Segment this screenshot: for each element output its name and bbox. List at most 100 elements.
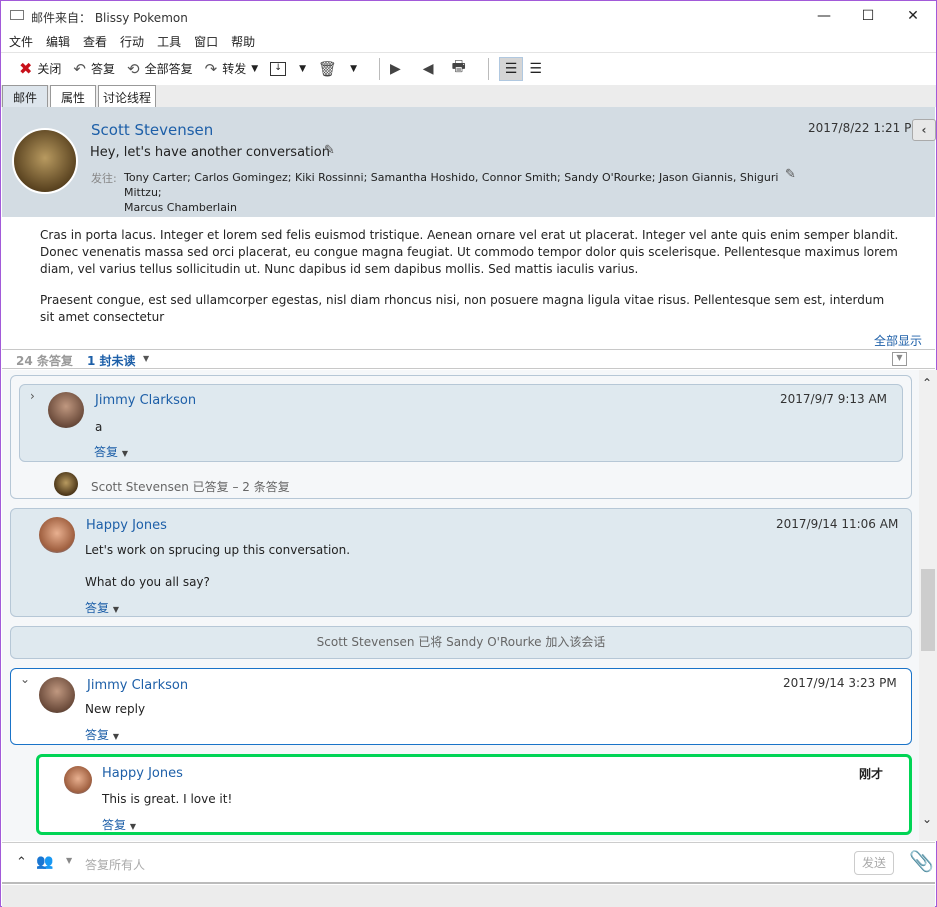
menu-view[interactable]: 查看 <box>83 33 107 50</box>
author-name[interactable]: Jimmy Clarkson <box>95 393 196 408</box>
thread-group: › Jimmy Clarkson 2017/9/7 9:13 AM a 答复 ▼… <box>10 375 912 499</box>
dropdown-arrow-icon: ▼ <box>112 605 119 614</box>
reply-all-icon: ⟲ <box>127 59 140 78</box>
tab-properties[interactable]: 属性 <box>50 85 97 107</box>
recipients: Tony Carter; Carlos Gomingez; Kiki Rossi… <box>124 170 784 215</box>
message-date: 2017/8/22 1:21 PM <box>808 121 922 135</box>
dropdown-arrow-icon[interactable]: ▼ <box>143 354 149 363</box>
reply-card[interactable]: Happy Jones 2017/9/14 11:06 AM Let's wor… <box>10 508 912 617</box>
tab-message[interactable]: 邮件 <box>2 85 49 107</box>
conversation-list: › Jimmy Clarkson 2017/9/7 9:13 AM a 答复 ▼… <box>2 370 919 841</box>
reply-date: 2017/9/14 3:23 PM <box>783 676 897 690</box>
selected-reply-card[interactable]: Happy Jones 刚才 This is great. I love it!… <box>36 754 912 835</box>
separator <box>487 57 489 80</box>
author-name[interactable]: Happy Jones <box>86 518 167 533</box>
to-label: 发往: <box>91 172 117 185</box>
next-button[interactable]: ▶ <box>390 61 401 77</box>
reply-count: 24 条答复 <box>16 354 73 368</box>
avatar <box>48 392 84 428</box>
compose-bar: ⌃ 👥 ▼ 答复所有人 发送 📎 <box>2 842 935 884</box>
filter-dropdown-icon[interactable]: ▼ <box>892 352 907 366</box>
collapse-chevron-down-icon[interactable]: ⌄ <box>20 672 30 686</box>
maximize-button[interactable]: ☐ <box>853 5 883 27</box>
reply-text: This is great. I love it! <box>102 792 233 806</box>
scroll-thumb[interactable] <box>921 569 935 651</box>
view-text-button[interactable]: ☰ <box>529 61 542 77</box>
reply-all-input[interactable]: 答复所有人 <box>85 856 145 873</box>
unread-filter[interactable]: 1 封未读 <box>87 352 136 369</box>
reply-arrow-icon: ↶ <box>73 59 86 78</box>
reply-label: 答复 <box>91 62 116 76</box>
body-paragraph: Cras in porta lacus. Integer et lorem se… <box>40 228 899 276</box>
show-all-link[interactable]: 全部显示 <box>874 332 922 349</box>
move-button[interactable]: ↓ ▼ <box>270 61 306 76</box>
dropdown-arrow-icon[interactable]: ▼ <box>299 64 306 74</box>
menu-help[interactable]: 帮助 <box>231 33 255 50</box>
scroll-down-icon[interactable]: ⌄ <box>922 812 932 826</box>
system-text: Scott Stevensen 已将 Sandy O'Rourke 加入该会话 <box>316 635 606 649</box>
forward-button[interactable]: ↷ 转发 ▼ <box>205 60 259 78</box>
reply-button[interactable]: 答复 ▼ <box>94 443 128 460</box>
reply-all-button[interactable]: ⟲ 全部答复 <box>127 60 193 78</box>
author-name[interactable]: Jimmy Clarkson <box>87 678 188 693</box>
status-bar <box>2 885 935 907</box>
menu-edit[interactable]: 编辑 <box>46 33 70 50</box>
reply-label: 答复 <box>85 601 110 615</box>
trash-icon: 🗑 <box>318 59 338 78</box>
dropdown-arrow-icon[interactable]: ▼ <box>350 64 357 74</box>
separator <box>379 57 381 80</box>
reply-card[interactable]: ⌄ Jimmy Clarkson 2017/9/14 3:23 PM New r… <box>10 668 912 745</box>
replied-summary[interactable]: Scott Stevensen 已答复 – 2 条答复 <box>91 478 290 495</box>
minimize-button[interactable]: — <box>809 5 839 27</box>
avatar <box>39 677 75 713</box>
close-button[interactable]: ✖ 关闭 <box>19 59 61 78</box>
dropdown-arrow-icon: ▼ <box>112 732 119 741</box>
thread-bar: 24 条答复 1 封未读 ▼ ▼ <box>2 349 935 369</box>
previous-button[interactable]: ◀ <box>423 61 434 77</box>
edit-recipients-pencil-icon[interactable]: ✎ <box>785 167 796 182</box>
avatar <box>64 766 92 794</box>
previous-arrow-icon: ◀ <box>422 60 434 77</box>
menu-tools[interactable]: 工具 <box>157 33 181 50</box>
reply-button[interactable]: ↶ 答复 <box>73 60 115 78</box>
collapse-pane-chevron-left-icon[interactable]: ‹ <box>912 119 936 141</box>
sender-name[interactable]: Scott Stevensen <box>91 121 213 139</box>
print-button[interactable]: 🖶 <box>452 56 466 81</box>
tab-thread[interactable]: 讨论线程 <box>98 85 157 107</box>
reply-text: a <box>95 420 103 434</box>
reply-text: Let's work on sprucing up this conversat… <box>85 543 351 557</box>
menu-window[interactable]: 窗口 <box>194 33 218 50</box>
reply-label: 答复 <box>102 818 127 832</box>
dropdown-arrow-icon[interactable]: ▼ <box>66 856 72 865</box>
edit-subject-pencil-icon[interactable]: ✎ <box>324 143 335 158</box>
system-message: Scott Stevensen 已将 Sandy O'Rourke 加入该会话 <box>10 626 912 659</box>
recipient-list-cont: Marcus Chamberlain <box>124 201 237 214</box>
send-button[interactable]: 发送 <box>854 851 894 875</box>
delete-button[interactable]: 🗑 ▼ <box>318 60 357 78</box>
reply-button[interactable]: 答复 ▼ <box>102 816 136 833</box>
close-window-button[interactable]: ✕ <box>898 5 928 27</box>
author-name[interactable]: Happy Jones <box>102 766 183 781</box>
expand-chevron-right-icon[interactable]: › <box>30 389 35 403</box>
dropdown-arrow-icon: ▼ <box>121 449 128 458</box>
expand-up-icon[interactable]: ⌃ <box>16 855 27 870</box>
paperclip-icon[interactable]: 📎 <box>909 849 934 873</box>
reply-label: 答复 <box>85 728 110 742</box>
reply-button[interactable]: 答复 ▼ <box>85 726 119 743</box>
reply-card[interactable]: › Jimmy Clarkson 2017/9/7 9:13 AM a 答复 ▼ <box>19 384 903 462</box>
header-view-icon: ☰ <box>504 60 518 77</box>
window: 邮件来自： Blissy Pokemon — ☐ ✕ 文件 编辑 查看 行动 工… <box>0 0 937 907</box>
message-header: Scott Stevensen Hey, let's have another … <box>2 107 936 217</box>
menu-actions[interactable]: 行动 <box>120 33 144 50</box>
scroll-up-icon[interactable]: ⌃ <box>922 376 932 390</box>
reply-date: 2017/9/14 11:06 AM <box>776 517 899 531</box>
reply-button[interactable]: 答复 ▼ <box>85 599 119 616</box>
scrollbar[interactable]: ⌃ ⌄ <box>919 370 937 841</box>
menu-file[interactable]: 文件 <box>9 33 33 50</box>
view-header-button[interactable]: ☰ <box>498 56 524 81</box>
people-icon[interactable]: 👥 <box>36 854 53 870</box>
dropdown-arrow-icon[interactable]: ▼ <box>251 64 258 74</box>
forward-arrow-icon: ↷ <box>204 59 218 78</box>
forward-label: 转发 <box>222 62 247 76</box>
close-x-icon: ✖ <box>19 59 33 78</box>
